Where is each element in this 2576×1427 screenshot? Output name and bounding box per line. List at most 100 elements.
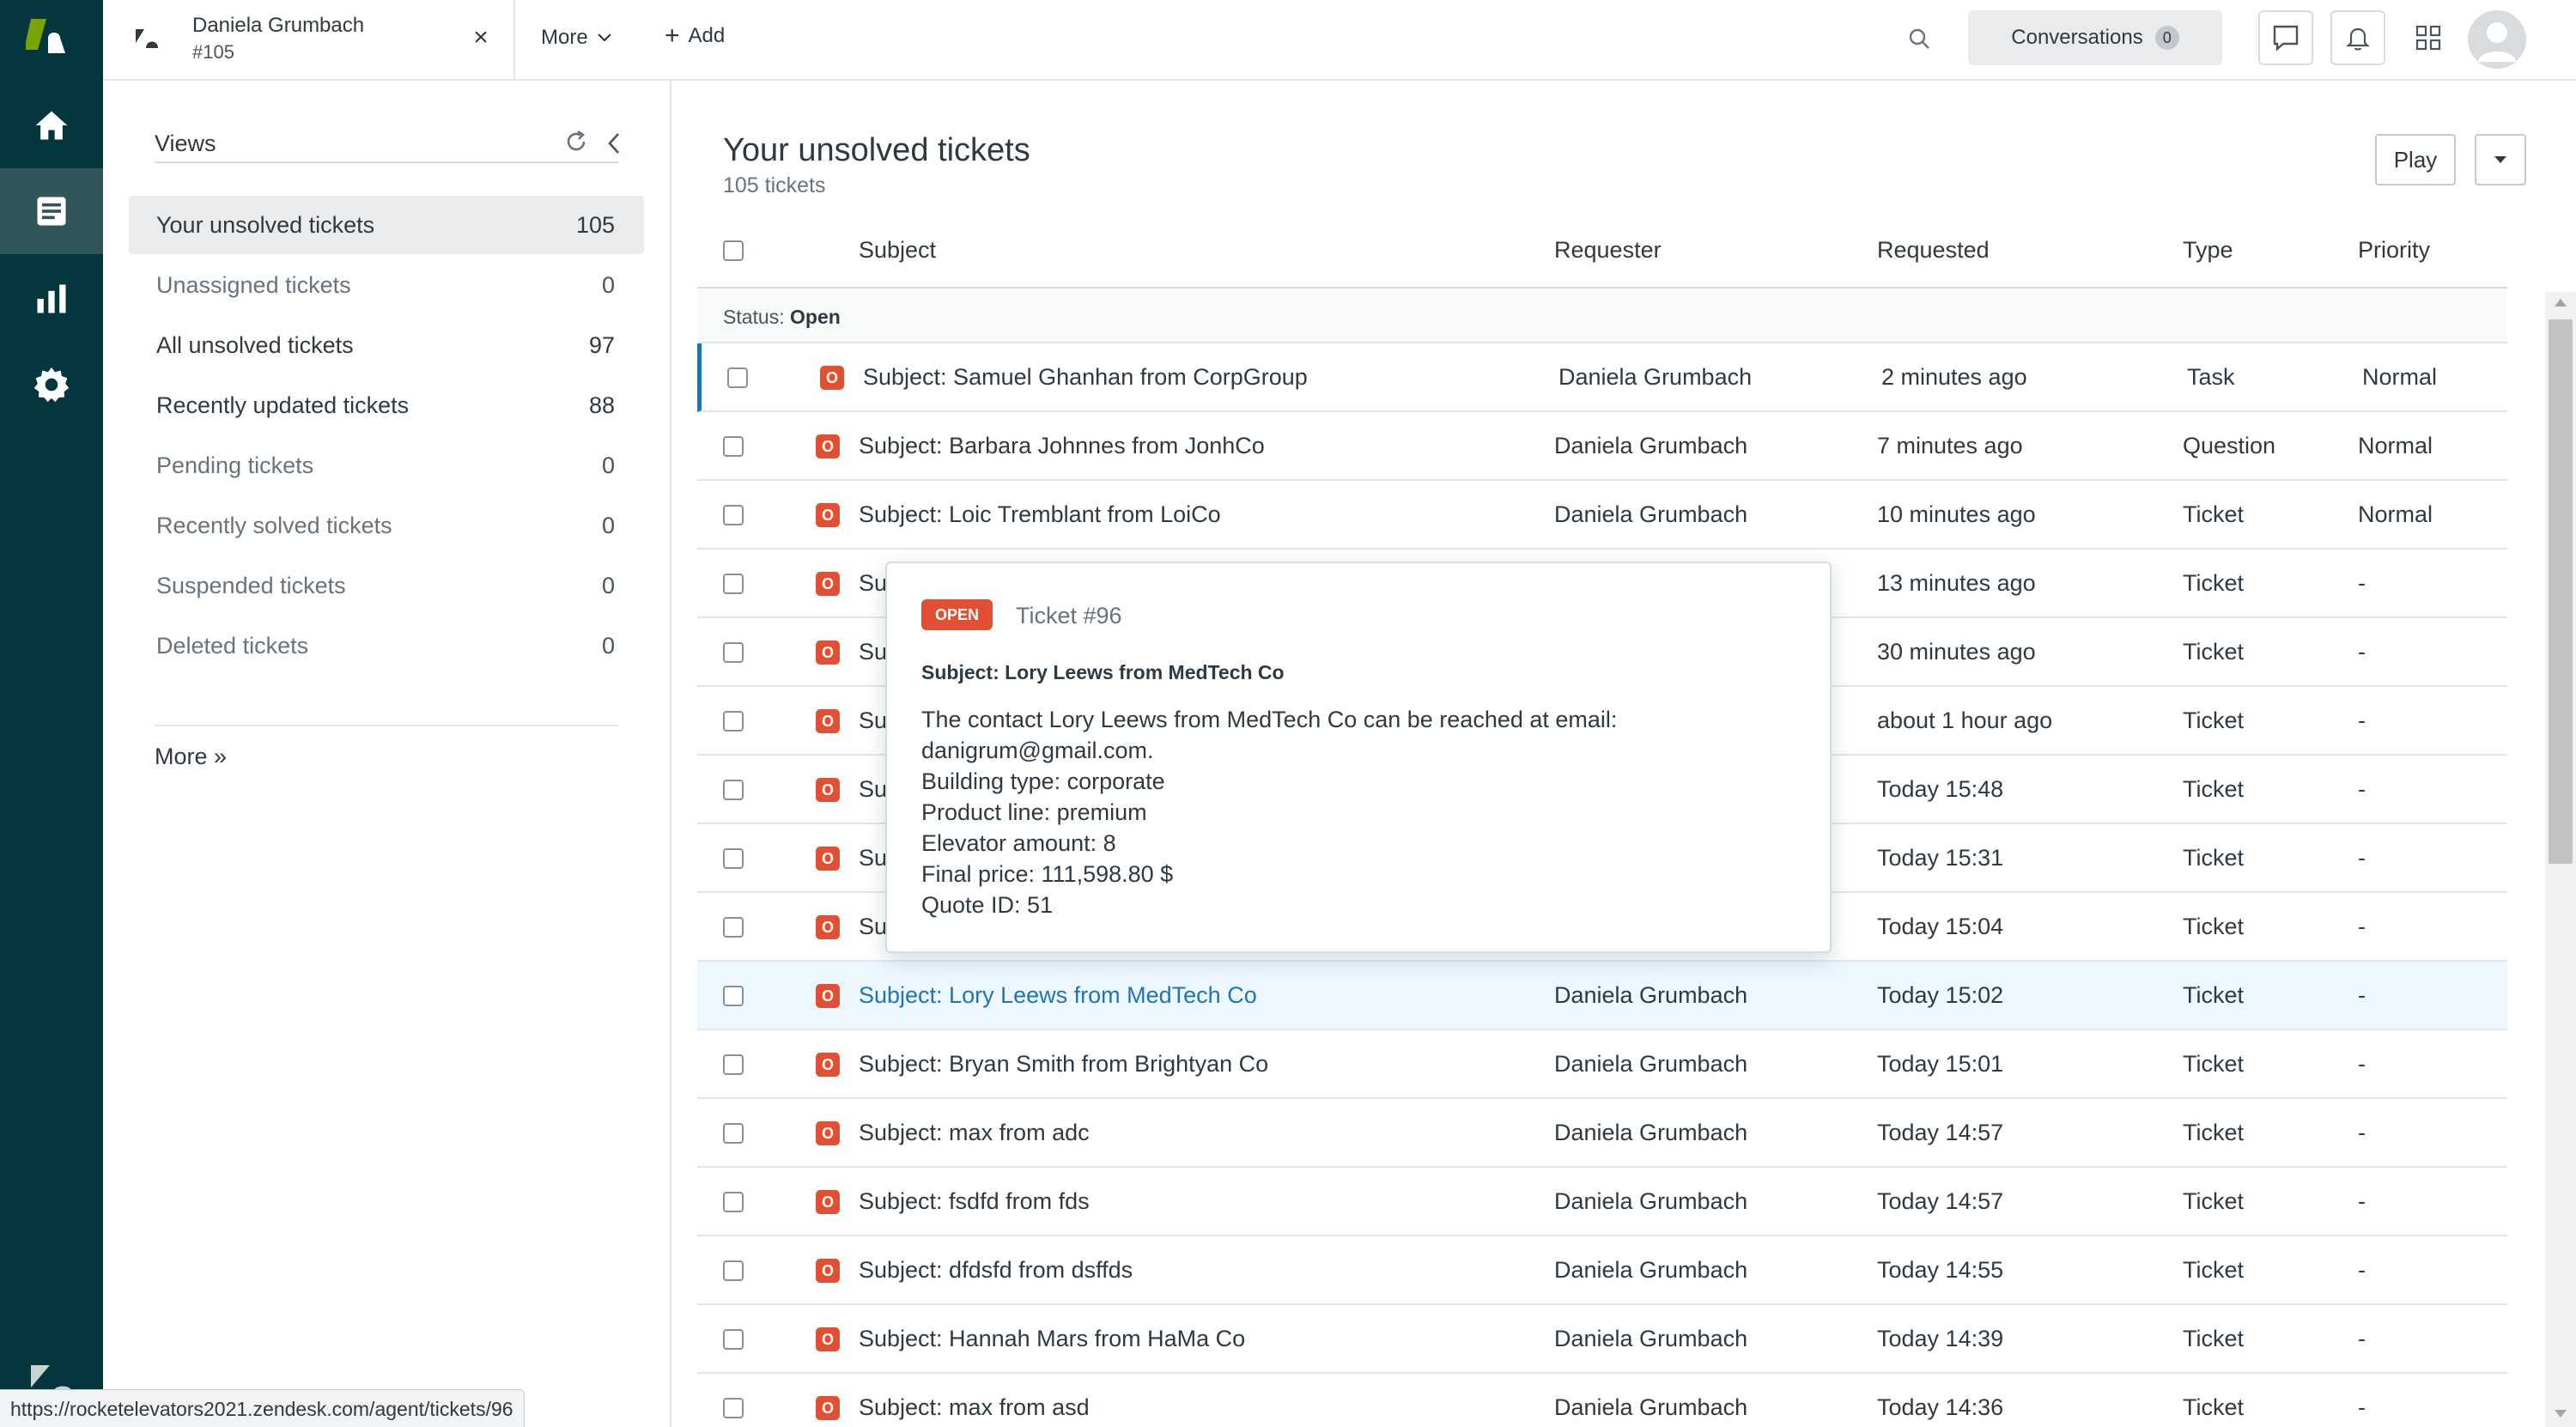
add-button[interactable]: + Add (665, 23, 725, 49)
ticket-subject[interactable]: Subject: fsdfd from fds (859, 1188, 1090, 1215)
row-checkbox[interactable] (723, 986, 744, 1006)
table-scrollbar[interactable] (2545, 292, 2576, 1427)
ticket-subject[interactable]: Subject: max from adc (859, 1120, 1090, 1146)
column-header-priority[interactable]: Priority (2358, 237, 2430, 264)
ticket-subject[interactable]: Subject: max from asd (859, 1394, 1090, 1421)
column-header-requested[interactable]: Requested (1877, 237, 1990, 264)
ticket-subject[interactable]: Subject: Lory Leews from MedTech Co (859, 982, 1257, 1009)
view-recently-solved-tickets[interactable]: Recently solved tickets 0 (129, 496, 644, 555)
column-header-type[interactable]: Type (2183, 237, 2233, 264)
table-row[interactable]: O Subject: Hannah Mars from HaMa Co Dani… (697, 1305, 2507, 1374)
nav-reporting[interactable] (0, 256, 103, 342)
nav-views[interactable] (0, 168, 103, 254)
select-all-checkbox[interactable] (723, 240, 744, 261)
ticket-subject[interactable]: Su (859, 639, 887, 665)
views-title: Views (155, 131, 216, 156)
row-checkbox[interactable] (723, 780, 744, 800)
ticket-requested: 2 minutes ago (1881, 364, 2027, 390)
play-options-button[interactable] (2475, 134, 2526, 185)
ticket-tab[interactable]: Daniela Grumbach #105 × (103, 0, 515, 79)
play-button[interactable]: Play (2375, 134, 2456, 185)
table-row[interactable]: O Subject: Barbara Johnnes from JonhCo D… (697, 412, 2507, 481)
ticket-subject[interactable]: Subject: Barbara Johnnes from JonhCo (859, 433, 1265, 459)
chevron-left-icon[interactable] (601, 129, 627, 158)
row-checkbox[interactable] (723, 1192, 744, 1212)
apps-button[interactable] (2401, 10, 2456, 65)
column-header-requester[interactable]: Requester (1554, 237, 1662, 264)
status-badge: O (816, 709, 840, 733)
ticket-priority: - (2358, 914, 2366, 939)
views-divider (155, 725, 618, 726)
more-views-link[interactable]: More » (155, 744, 227, 770)
more-tabs-menu[interactable]: More (541, 26, 612, 50)
row-checkbox[interactable] (723, 642, 744, 663)
ticket-requester: Daniela Grumbach (1554, 1326, 1748, 1351)
scroll-down-arrow-icon[interactable] (2555, 1410, 2567, 1418)
ticket-subject[interactable]: Subject: Samuel Ghanhan from CorpGroup (863, 364, 1308, 391)
chat-button[interactable] (2258, 10, 2313, 65)
zendesk-support-logo[interactable] (26, 17, 77, 60)
status-badge: O (816, 915, 840, 939)
table-row[interactable]: O Subject: Samuel Ghanhan from CorpGroup… (697, 343, 2507, 412)
view-recently-updated-tickets[interactable]: Recently updated tickets 88 (129, 376, 644, 434)
ticket-type: Ticket (2183, 845, 2245, 871)
ticket-subject[interactable]: Su (859, 845, 887, 871)
ticket-requester: Daniela Grumbach (1554, 982, 1748, 1008)
row-checkbox[interactable] (723, 574, 744, 594)
ticket-subject[interactable]: Su (859, 570, 887, 597)
product-nav-rail (0, 0, 103, 1427)
nav-admin[interactable] (0, 342, 103, 428)
ticket-subject[interactable]: Subject: dfdsfd from dsffds (859, 1257, 1133, 1284)
ticket-type: Ticket (2183, 776, 2245, 802)
table-row[interactable]: O Subject: max from adc Daniela Grumbach… (697, 1099, 2507, 1168)
row-checkbox[interactable] (723, 917, 744, 938)
ticket-type: Ticket (2183, 1326, 2245, 1351)
notifications-button[interactable] (2330, 10, 2385, 65)
status-group-label: Status: Open (723, 306, 841, 329)
refresh-icon[interactable] (562, 127, 591, 156)
preview-subject: Subject: Lory Leews from MedTech Co (921, 661, 1285, 683)
table-row[interactable]: O Subject: dfdsfd from dsffds Daniela Gr… (697, 1236, 2507, 1305)
ticket-count: 105 tickets (723, 173, 826, 197)
ticket-subject[interactable]: Su (859, 707, 887, 734)
row-checkbox[interactable] (723, 848, 744, 869)
status-badge: O (816, 572, 840, 596)
view-deleted-tickets[interactable]: Deleted tickets 0 (129, 616, 644, 675)
column-header-subject[interactable]: Subject (859, 237, 936, 264)
scrollbar-thumb[interactable] (2549, 319, 2573, 864)
table-row[interactable]: O Subject: max from asd Daniela Grumbach… (697, 1374, 2507, 1427)
close-icon[interactable]: × (465, 22, 496, 53)
user-avatar[interactable] (2468, 10, 2526, 69)
ticket-subject[interactable]: Subject: Hannah Mars from HaMa Co (859, 1326, 1245, 1352)
view-suspended-tickets[interactable]: Suspended tickets 0 (129, 556, 644, 615)
table-row[interactable]: O Subject: Loic Tremblant from LoiCo Dan… (697, 481, 2507, 550)
conversations-button[interactable]: Conversations 0 (1968, 10, 2222, 65)
ticket-subject[interactable]: Subject: Bryan Smith from Brightyan Co (859, 1051, 1268, 1078)
scroll-up-arrow-icon[interactable] (2555, 299, 2567, 307)
view-all-unsolved-tickets[interactable]: All unsolved tickets 97 (129, 316, 644, 374)
ticket-subject[interactable]: Subject: Loic Tremblant from LoiCo (859, 501, 1221, 528)
row-checkbox[interactable] (723, 1123, 744, 1144)
row-checkbox[interactable] (723, 1260, 744, 1281)
ticket-requester: Daniela Grumbach (1554, 1120, 1748, 1145)
ticket-requested: about 1 hour ago (1877, 707, 2053, 733)
row-checkbox[interactable] (723, 1398, 744, 1418)
row-checkbox[interactable] (723, 711, 744, 732)
ticket-subject[interactable]: Su (859, 914, 887, 940)
row-checkbox[interactable] (727, 367, 748, 388)
view-unassigned-tickets[interactable]: Unassigned tickets 0 (129, 256, 644, 314)
table-row[interactable]: O Subject: Bryan Smith from Brightyan Co… (697, 1030, 2507, 1099)
ticket-priority: Normal (2362, 364, 2438, 390)
ticket-subject[interactable]: Su (859, 776, 887, 803)
view-your-unsolved-tickets[interactable]: Your unsolved tickets 105 (129, 196, 644, 254)
row-checkbox[interactable] (723, 436, 744, 457)
row-checkbox[interactable] (723, 1054, 744, 1075)
table-row[interactable]: O Subject: fsdfd from fds Daniela Grumba… (697, 1168, 2507, 1236)
row-checkbox[interactable] (723, 1329, 744, 1350)
view-pending-tickets[interactable]: Pending tickets 0 (129, 436, 644, 495)
nav-home[interactable] (0, 82, 103, 168)
ticket-priority: Normal (2358, 433, 2433, 458)
search-icon[interactable] (1903, 22, 1937, 57)
row-checkbox[interactable] (723, 505, 744, 525)
table-row[interactable]: O Subject: Lory Leews from MedTech Co Da… (697, 962, 2507, 1030)
